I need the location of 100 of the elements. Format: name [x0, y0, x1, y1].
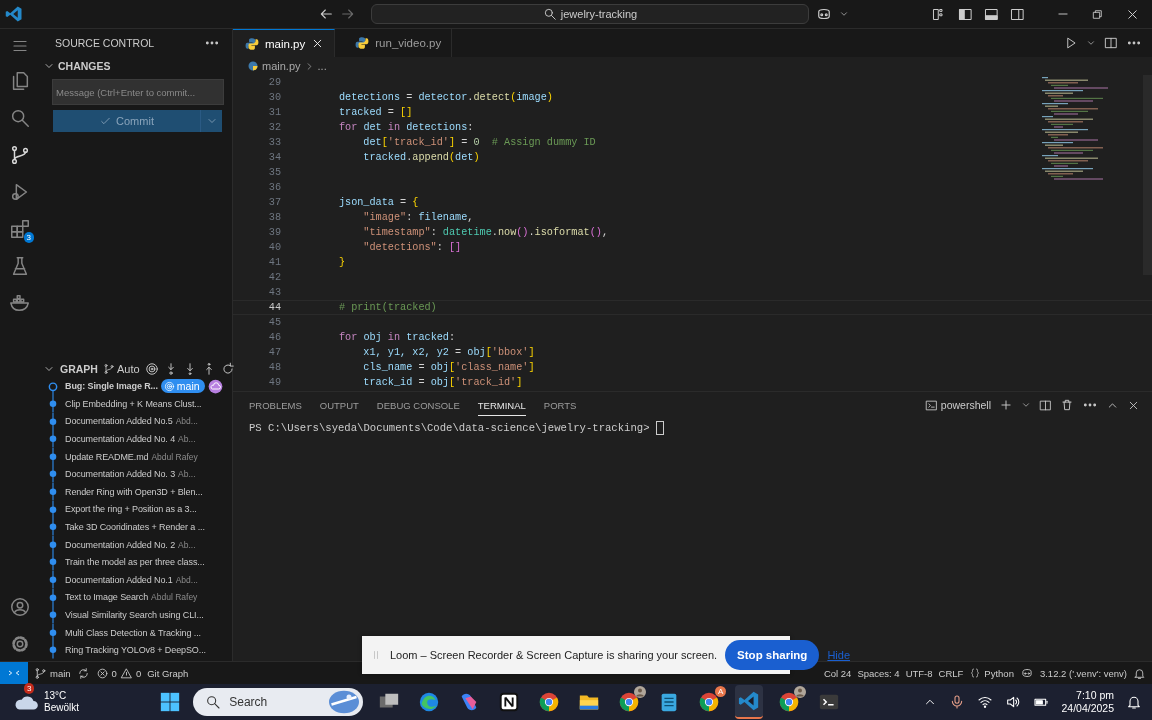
chevron-down-icon[interactable]	[1021, 400, 1031, 410]
run-icon[interactable]	[1064, 36, 1078, 50]
account-icon[interactable]	[9, 596, 31, 618]
copilot-icon[interactable]	[1019, 666, 1034, 680]
line-number: 40	[267, 242, 281, 253]
commit-row[interactable]: Documentation Added No.5 Abd...	[40, 412, 232, 431]
section-header[interactable]: CHANGES	[58, 60, 111, 72]
forward-arrow-icon[interactable]	[340, 6, 356, 22]
commit-row[interactable]: Multi Class Detection & Tracking ...	[40, 623, 232, 642]
chevron-down-icon[interactable]	[839, 9, 849, 19]
split-editor-icon[interactable]	[1104, 36, 1118, 50]
browser-icon[interactable]	[418, 691, 441, 713]
commit-row[interactable]: Documentation Added No.1 Abd...	[40, 571, 232, 589]
wifi-icon[interactable]	[977, 694, 994, 710]
code-line: # print(tracked)	[337, 302, 437, 313]
encoding-status[interactable]: UTF-8	[905, 667, 933, 679]
line-number: 38	[267, 212, 281, 223]
target-icon[interactable]	[144, 361, 159, 376]
auto-mode-toggle[interactable]: Auto	[102, 362, 140, 375]
chevron-down-icon[interactable]	[1086, 38, 1096, 48]
notes-app-icon[interactable]	[498, 691, 521, 713]
trash-icon[interactable]	[1060, 398, 1074, 412]
terminal-prompt: PS C:\Users\syeda\Documents\Code\data-science\jewelry-tracking>	[249, 422, 651, 434]
sidebar-title: SOURCE CONTROL	[55, 37, 155, 49]
panel-tab[interactable]: DEBUG CONSOLE	[376, 394, 460, 416]
commit-row[interactable]: Train the model as per three class...	[40, 553, 232, 572]
breadcrumb-item[interactable]: ...	[317, 60, 327, 72]
commit-row[interactable]: Export the ring + Position as a 3...	[40, 500, 232, 519]
line-number: 46	[267, 332, 281, 343]
settings-icon[interactable]	[9, 633, 31, 655]
line-number: 42	[267, 272, 281, 283]
refresh-icon[interactable]	[220, 361, 235, 376]
interpreter-status[interactable]: 3.12.2 ('.venv': venv)	[1039, 667, 1127, 679]
browser-icon[interactable]	[698, 691, 721, 713]
commit-row[interactable]: Update README.md Abdul Rafey	[40, 447, 232, 466]
commit-row[interactable]: Text to Image Search Abdul Rafey	[40, 588, 232, 607]
browser-icon[interactable]	[618, 691, 641, 713]
back-arrow-icon[interactable]	[318, 6, 334, 22]
branch-icon	[34, 666, 47, 680]
commit-message-field[interactable]: Message (Ctrl+Enter to commit...	[52, 79, 224, 105]
browser-icon[interactable]	[778, 691, 801, 713]
line-ending-status[interactable]: CRLF	[938, 667, 964, 679]
plus-icon[interactable]	[999, 398, 1013, 412]
code-editor-icon[interactable]	[738, 690, 761, 712]
terminal-cursor	[655, 421, 664, 435]
stop-sharing-button[interactable]: Stop sharing	[725, 640, 820, 670]
search-icon[interactable]	[9, 107, 31, 129]
extensions-icon[interactable]	[9, 218, 31, 240]
profile-badge: A	[714, 686, 727, 697]
terminal-selector[interactable]: powershell	[924, 398, 991, 412]
language-status[interactable]: Python	[969, 667, 1014, 679]
commit-row[interactable]: Take 3D Cooridinates + Render a ...	[40, 518, 232, 536]
branch-status[interactable]: main	[34, 666, 71, 680]
commit-row[interactable]: Visual Similarity Search using CLI...	[40, 606, 232, 624]
code-editor-logo-icon	[5, 5, 23, 23]
docker-icon[interactable]	[9, 292, 31, 314]
code-line: track_id = obj['track_id']	[362, 377, 523, 388]
command-search-field[interactable]: jewelry-tracking	[371, 4, 809, 24]
source-control-icon[interactable]	[9, 144, 31, 166]
taskbar-search-field[interactable]: Search	[193, 688, 364, 716]
bell-icon[interactable]	[1133, 666, 1146, 680]
panel-tab[interactable]: OUTPUT	[319, 394, 359, 416]
panel-toggle-icon[interactable]	[984, 6, 999, 22]
volume-icon[interactable]	[1005, 694, 1022, 710]
commit-row[interactable]: Documentation Added No. 4 Ab...	[40, 430, 232, 448]
restore-icon[interactable]	[1091, 7, 1104, 21]
section-header[interactable]: GRAPH	[60, 362, 98, 375]
commit-row[interactable]: Render Ring with Open3D + Blen...	[40, 483, 232, 501]
panel-tab[interactable]: PORTS	[543, 394, 577, 416]
panel-tab[interactable]: TERMINAL	[477, 394, 526, 416]
clock[interactable]: 7:10 pm 24/04/2025	[1061, 689, 1114, 715]
secondary-sidebar-icon[interactable]	[1010, 6, 1025, 22]
code-line: "image": filename,	[362, 212, 474, 223]
weather-widget[interactable]: 13°C Bewölkt	[44, 690, 79, 714]
breadcrumb-item[interactable]: main.py	[262, 60, 301, 72]
commit-row[interactable]: Ring Tracking YOLOv8 + DeepSO...	[40, 641, 232, 659]
sidebar-toggle-icon[interactable]	[958, 6, 973, 22]
split-terminal-icon[interactable]	[1039, 398, 1052, 412]
commit-row[interactable]: Clip Embedding + K Means Clust...	[40, 395, 232, 413]
start-icon[interactable]	[159, 691, 182, 713]
editor-tab[interactable]: run_video.py	[343, 29, 453, 57]
commit-row[interactable]: Documentation Added No. 3 Ab...	[40, 465, 232, 484]
line-number: 30	[267, 92, 281, 103]
cursor-position-status[interactable]: Col 24	[823, 667, 852, 679]
problems-status[interactable]: 0 0	[95, 666, 142, 680]
line-number: 32	[267, 122, 281, 133]
commit-row[interactable]: Documentation Added No. 2 Ab...	[40, 535, 232, 554]
braces-icon	[969, 667, 982, 679]
browser-icon[interactable]	[538, 691, 561, 713]
commit-row[interactable]: Bug: Single Image R... main	[40, 377, 232, 396]
panel-tab[interactable]: PROBLEMS	[249, 394, 302, 416]
python-file-icon	[355, 36, 370, 50]
editor-tab[interactable]: main.py	[233, 29, 336, 57]
line-number: 34	[267, 152, 281, 163]
git-graph-status[interactable]: Git Graph	[147, 667, 189, 679]
branch-badge: main	[160, 379, 205, 394]
indent-status[interactable]: Spaces: 4	[857, 667, 900, 679]
notifications-icon[interactable]	[1126, 694, 1142, 710]
sync-icon[interactable]	[76, 666, 90, 680]
line-number: 48	[267, 362, 281, 373]
